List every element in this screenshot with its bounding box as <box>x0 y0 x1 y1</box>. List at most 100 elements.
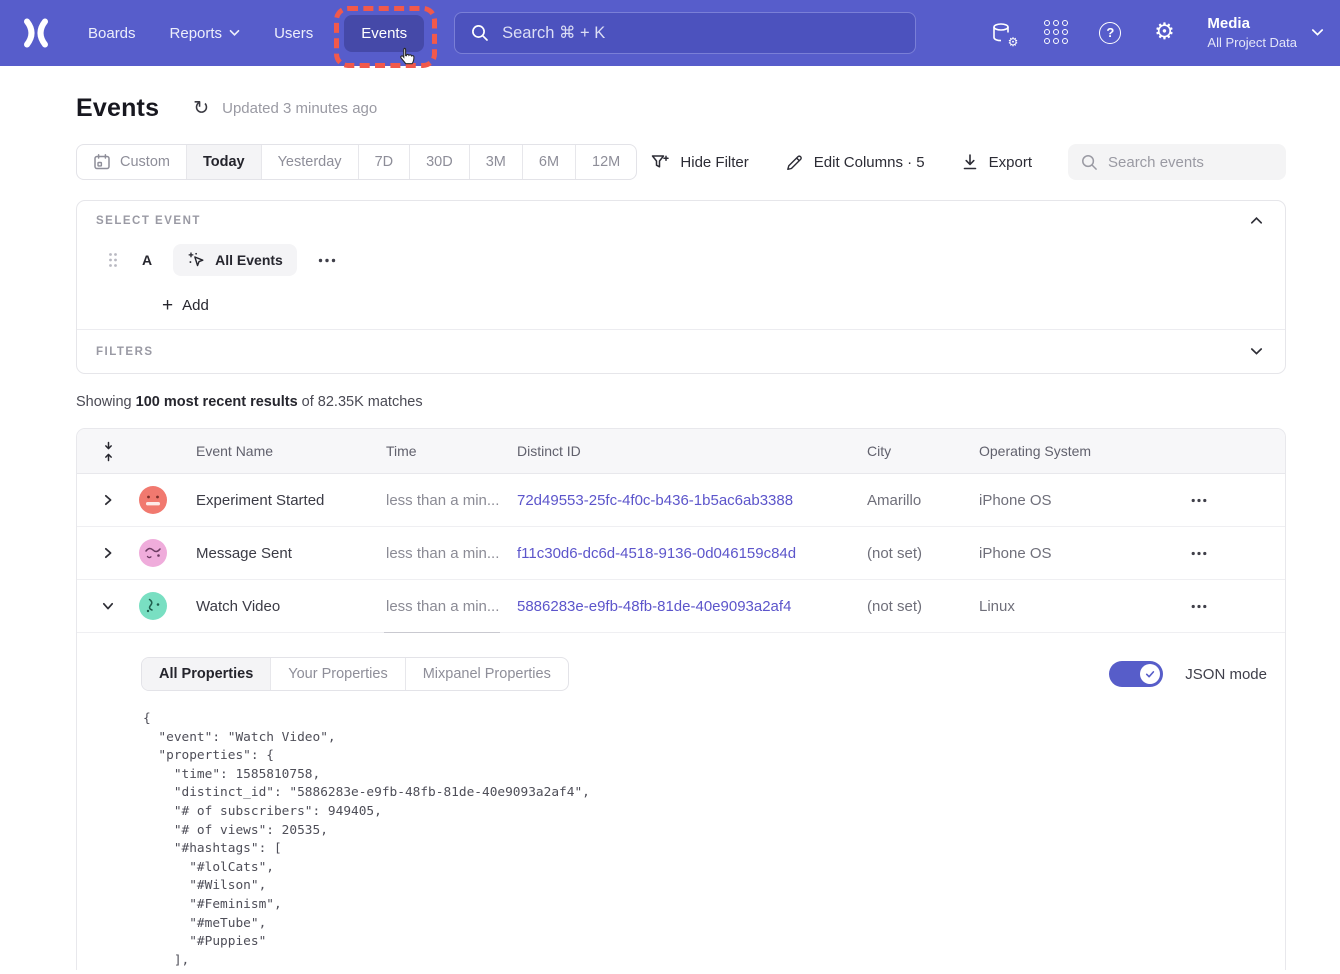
export-button[interactable]: Export <box>961 153 1032 171</box>
cell-os: iPhone OS <box>979 492 1187 509</box>
cell-distinct-id-link[interactable]: f11c30d6-dc6d-4518-9136-0d046159c84d <box>517 545 867 562</box>
ellipsis-icon <box>318 258 336 263</box>
search-icon <box>471 24 489 42</box>
mixpanel-logo-icon[interactable] <box>20 17 52 49</box>
cell-event-name: Watch Video <box>196 598 386 615</box>
page-title: Events <box>76 94 159 123</box>
row-more-options-button[interactable] <box>1187 600 1211 613</box>
expand-row-button[interactable] <box>99 543 117 563</box>
search-events-input[interactable] <box>1068 144 1286 180</box>
cell-time: less than a min... <box>386 545 517 562</box>
refresh-icon[interactable]: ↻ <box>193 99 209 118</box>
plus-icon: + <box>162 296 173 315</box>
column-header-distinct-id[interactable]: Distinct ID <box>517 443 867 459</box>
main-nav: Boards Reports Users Events <box>71 15 424 52</box>
event-avatar <box>139 539 167 567</box>
column-header-city[interactable]: City <box>867 443 979 459</box>
cell-time: less than a min... <box>386 492 517 509</box>
date-option-custom[interactable]: Custom <box>77 145 186 179</box>
json-mode-toggle[interactable] <box>1109 661 1163 687</box>
collapse-section-button[interactable] <box>1248 214 1265 227</box>
json-mode-label: JSON mode <box>1185 666 1267 683</box>
tab-all-properties[interactable]: All Properties <box>142 658 270 690</box>
chevron-up-icon <box>1250 216 1263 225</box>
date-option-30d[interactable]: 30D <box>409 145 469 179</box>
date-option-yesterday[interactable]: Yesterday <box>261 145 358 179</box>
filter-funnel-icon <box>650 152 670 172</box>
date-option-3m[interactable]: 3M <box>469 145 522 179</box>
row-more-options-button[interactable] <box>1187 494 1211 507</box>
collapse-row-button[interactable] <box>98 597 118 615</box>
help-icon: ? <box>1099 22 1121 44</box>
column-header-os[interactable]: Operating System <box>979 443 1187 459</box>
settings-gear-icon: ⚙ <box>1154 21 1175 44</box>
column-header-time[interactable]: Time <box>386 443 517 459</box>
cell-time: less than a min... <box>386 598 517 615</box>
navbar-right: ⚙ ? ⚙ Media All Project Data <box>989 14 1340 52</box>
date-range-selector: Custom Today Yesterday 7D 30D 3M 6M 12M <box>76 144 637 180</box>
results-summary: Showing 100 most recent results of 82.35… <box>76 394 1286 412</box>
global-search-input[interactable]: Search ⌘ + K <box>454 12 916 54</box>
column-header-event-name[interactable]: Event Name <box>196 443 386 459</box>
project-switcher[interactable]: Media All Project Data <box>1207 14 1324 52</box>
nav-item-events[interactable]: Events <box>344 15 424 52</box>
date-option-7d[interactable]: 7D <box>358 145 410 179</box>
check-icon <box>1144 668 1156 680</box>
data-management-button[interactable]: ⚙ <box>989 20 1015 46</box>
nav-item-label: Users <box>274 25 313 42</box>
event-sparkle-cursor-icon <box>187 251 206 270</box>
calendar-icon <box>93 153 111 171</box>
select-event-label: SELECT EVENT <box>96 215 201 227</box>
tab-your-properties[interactable]: Your Properties <box>270 658 404 690</box>
updated-timestamp: Updated 3 minutes ago <box>222 100 377 117</box>
query-builder-card: SELECT EVENT A <box>76 200 1286 374</box>
cell-distinct-id-link[interactable]: 72d49553-25fc-4f0c-b436-1b5ac6ab3388 <box>517 492 867 509</box>
ellipsis-icon <box>1191 551 1207 556</box>
project-scope: All Project Data <box>1207 34 1297 52</box>
chevron-right-icon <box>103 494 113 506</box>
nav-item-boards[interactable]: Boards <box>71 15 153 52</box>
row-more-options-button[interactable] <box>1187 547 1211 560</box>
nav-item-reports[interactable]: Reports <box>153 15 258 52</box>
tab-mixpanel-properties[interactable]: Mixpanel Properties <box>405 658 568 690</box>
nav-item-label: Events <box>361 25 407 42</box>
cell-os: Linux <box>979 598 1187 615</box>
collapse-all-rows-button[interactable] <box>101 441 116 462</box>
expand-filters-button[interactable] <box>1248 345 1265 358</box>
cell-city: (not set) <box>867 598 979 615</box>
date-option-today[interactable]: Today <box>186 145 261 179</box>
selected-event-label: All Events <box>215 252 283 268</box>
project-name: Media <box>1207 14 1297 34</box>
expand-row-button[interactable] <box>99 490 117 510</box>
nav-item-label: Reports <box>170 25 223 42</box>
drag-handle[interactable] <box>108 252 118 268</box>
event-avatar <box>139 592 167 620</box>
nav-item-users[interactable]: Users <box>257 15 330 52</box>
apps-grid-icon <box>1044 20 1069 45</box>
top-navbar: Boards Reports Users Events Search ⌘ + K <box>0 0 1340 66</box>
event-more-options-button[interactable] <box>318 258 336 263</box>
hide-filter-button[interactable]: Hide Filter <box>650 152 748 172</box>
edit-columns-button[interactable]: Edit Columns · 5 <box>785 153 925 172</box>
event-selector-button[interactable]: All Events <box>173 244 297 276</box>
help-button[interactable]: ? <box>1097 20 1123 46</box>
date-option-12m[interactable]: 12M <box>575 145 636 179</box>
search-icon <box>1081 154 1098 171</box>
chevron-down-icon <box>1250 347 1263 356</box>
cell-distinct-id-link[interactable]: 5886283e-e9fb-48fb-81de-40e9093a2af4 <box>517 598 867 615</box>
event-json-viewer[interactable]: { "event": "Watch Video", "properties": … <box>143 710 1267 970</box>
table-header: Event Name Time Distinct ID City Operati… <box>77 429 1285 474</box>
time-cell-underline <box>384 632 500 633</box>
mouse-cursor-icon <box>396 46 418 68</box>
apps-grid-button[interactable] <box>1043 20 1069 46</box>
add-event-button[interactable]: + Add <box>162 295 209 315</box>
cell-event-name: Experiment Started <box>196 492 386 509</box>
download-icon <box>961 153 979 171</box>
cell-os: iPhone OS <box>979 545 1187 562</box>
step-letter: A <box>142 252 152 268</box>
main-content: Events ↻ Updated 3 minutes ago Custom To… <box>0 93 1340 970</box>
chevron-right-icon <box>103 547 113 559</box>
settings-button[interactable]: ⚙ <box>1151 20 1177 46</box>
ellipsis-icon <box>1191 604 1207 609</box>
date-option-6m[interactable]: 6M <box>522 145 575 179</box>
